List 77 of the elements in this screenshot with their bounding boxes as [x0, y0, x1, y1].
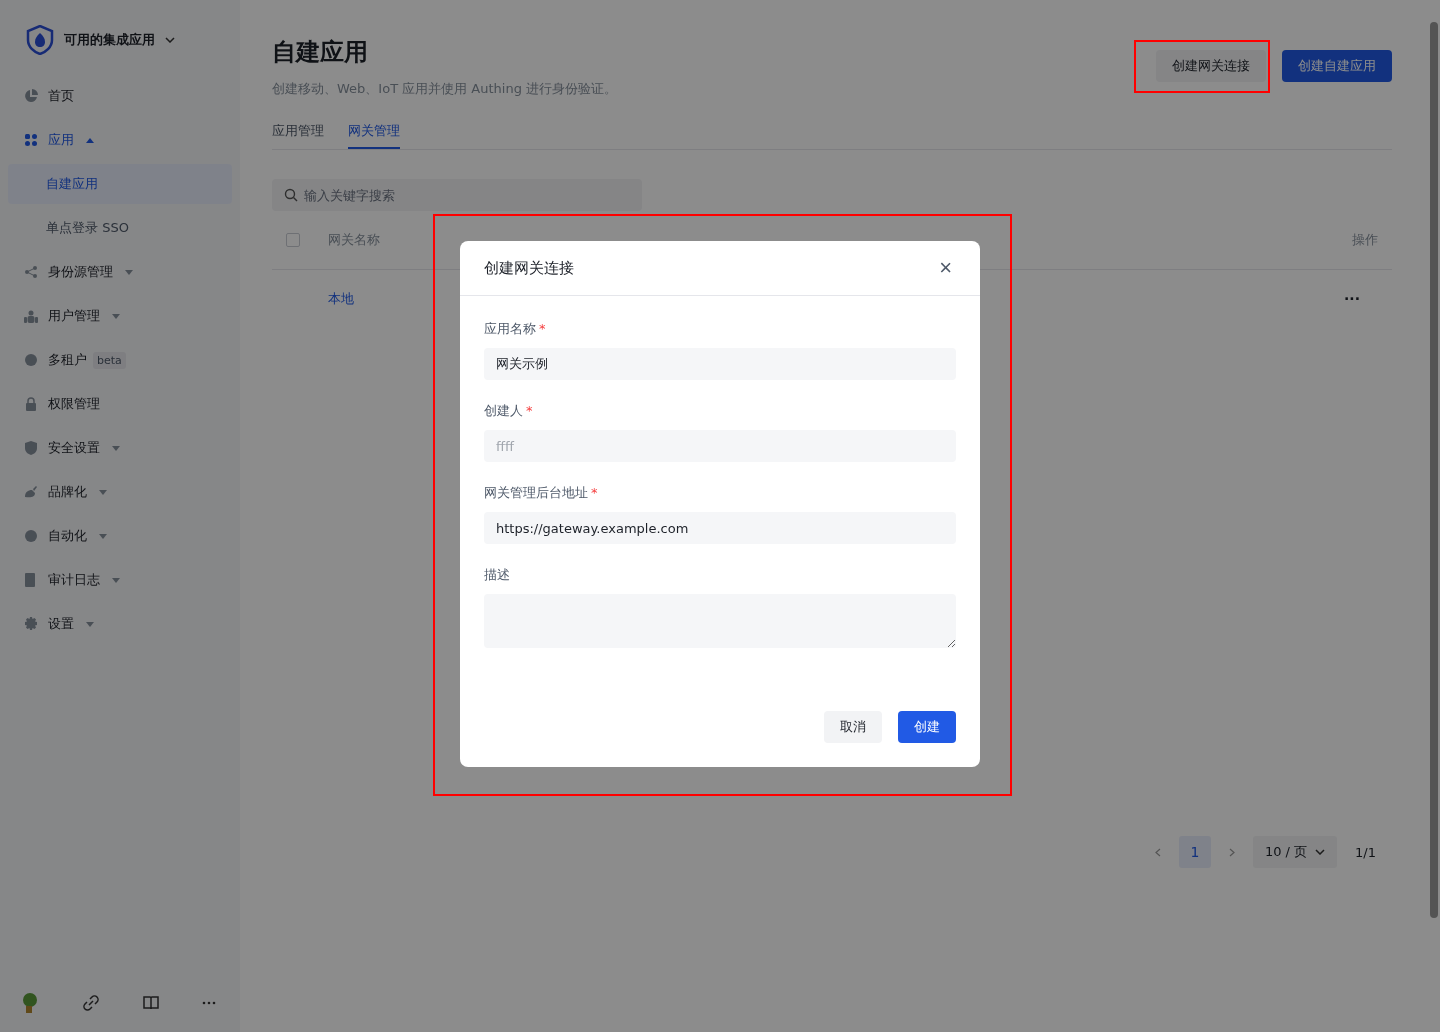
nav-label: 首页: [48, 87, 74, 105]
nav-label: 设置: [48, 615, 74, 633]
pie-chart-icon: [24, 89, 38, 103]
share-icon: [24, 265, 38, 279]
text-field[interactable]: ffff: [484, 430, 956, 462]
page-subtitle: 创建移动、Web、IoT 应用并使用 Authing 进行身份验证。: [272, 80, 618, 98]
nav-item[interactable]: 权限管理: [8, 382, 232, 426]
chevron-down-icon[interactable]: [165, 37, 175, 43]
lock-icon: [24, 397, 38, 411]
field-label: 创建人: [484, 403, 523, 418]
nav-item[interactable]: 自动化: [8, 514, 232, 558]
nav-item[interactable]: 设置: [8, 602, 232, 646]
shield-icon: [24, 441, 38, 455]
column-header: 操作: [1352, 231, 1378, 249]
nav-label: 品牌化: [48, 483, 87, 501]
create-button[interactable]: 创建: [898, 711, 956, 743]
page-size-select[interactable]: 10 / 页: [1252, 836, 1338, 868]
close-button[interactable]: ×: [935, 257, 956, 279]
nav-label: 权限管理: [48, 395, 100, 413]
textarea-field[interactable]: [484, 594, 956, 648]
shield-logo-icon: [26, 25, 54, 55]
nav-item[interactable]: 安全设置: [8, 426, 232, 470]
beta-badge: beta: [93, 351, 126, 369]
field-label: 网关管理后台地址: [484, 485, 588, 500]
gateway-link[interactable]: 本地: [328, 290, 354, 308]
page-title: 自建应用: [272, 37, 369, 68]
required-mark: *: [526, 403, 533, 418]
nav-item[interactable]: 身份源管理: [8, 250, 232, 294]
book-icon[interactable]: [142, 996, 159, 1010]
people-icon: [24, 309, 38, 323]
nav-label: 用户管理: [48, 307, 100, 325]
scrollbar[interactable]: [1430, 22, 1438, 918]
cancel-button[interactable]: 取消: [824, 711, 882, 743]
dialog-title: 创建网关连接: [484, 258, 574, 278]
required-mark: *: [591, 485, 598, 500]
nav-label: 自动化: [48, 527, 87, 545]
page-count: 1/1: [1355, 844, 1376, 860]
nav-label: 身份源管理: [48, 263, 113, 281]
create-gateway-button[interactable]: 创建网关连接: [1156, 50, 1266, 82]
circle-icon: [24, 353, 38, 367]
next-page-icon[interactable]: [1228, 847, 1235, 857]
nav-item[interactable]: 用户管理: [8, 294, 232, 338]
more-icon[interactable]: [202, 1001, 216, 1005]
org-name[interactable]: 可用的集成应用: [64, 31, 155, 49]
text-field[interactable]: 网关示例: [484, 348, 956, 380]
tab[interactable]: 应用管理: [272, 122, 324, 149]
column-header: 网关名称: [328, 231, 380, 249]
required-mark: *: [539, 321, 546, 336]
link-icon[interactable]: [83, 995, 100, 1011]
prev-page-icon[interactable]: [1154, 847, 1161, 857]
nav-subitem[interactable]: 单点登录 SSO: [8, 208, 232, 248]
nav-item[interactable]: 应用: [8, 118, 232, 162]
more-actions[interactable]: ···: [1344, 291, 1360, 307]
nav-label: 应用: [48, 131, 74, 149]
avatar-icon[interactable]: [20, 992, 40, 1014]
tab[interactable]: 网关管理: [348, 122, 400, 149]
brush-icon: [24, 485, 38, 499]
nav-label: 多租户: [48, 351, 87, 369]
nav-item[interactable]: 审计日志: [8, 558, 232, 602]
page-number[interactable]: 1: [1178, 836, 1211, 868]
circle-icon: [24, 529, 38, 543]
nav-subitem[interactable]: 自建应用: [8, 164, 232, 204]
create-app-button[interactable]: 创建自建应用: [1282, 50, 1392, 82]
nav-item[interactable]: 首页: [8, 74, 232, 118]
chevron-down-icon: [1315, 849, 1326, 855]
nav-item[interactable]: 多租户 beta: [8, 338, 232, 382]
text-field[interactable]: https://gateway.example.com: [484, 512, 956, 544]
field-label: 描述: [484, 567, 510, 582]
nav-item[interactable]: 品牌化: [8, 470, 232, 514]
nav-label: 安全设置: [48, 439, 100, 457]
nav-label: 审计日志: [48, 571, 100, 589]
search-field[interactable]: 输入关键字搜索: [272, 179, 642, 211]
settings-icon: [24, 617, 38, 631]
document-icon: [24, 573, 38, 587]
grid-icon: [24, 133, 38, 147]
field-label: 应用名称: [484, 321, 536, 336]
select-all-checkbox[interactable]: [286, 233, 300, 247]
